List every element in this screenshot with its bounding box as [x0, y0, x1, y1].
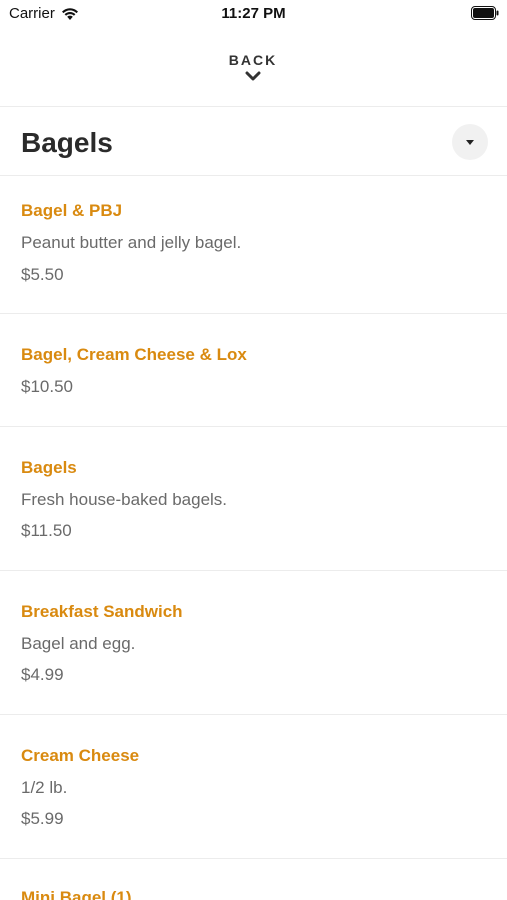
item-name: Breakfast Sandwich [21, 602, 183, 621]
item-description: 1/2 lb. [21, 778, 68, 797]
category-collapse-button[interactable] [452, 124, 488, 160]
item-description: Peanut butter and jelly bagel. [21, 233, 242, 252]
item-price: $11.50 [21, 521, 72, 540]
menu-screen: Carrier 11:27 PM BACK Bagels Bagel & PBJ… [0, 0, 507, 900]
menu-item[interactable]: Cream Cheese 1/2 lb. $5.99 [0, 715, 507, 858]
item-description: Bagel and egg. [21, 634, 136, 653]
item-price: $5.99 [21, 809, 64, 828]
menu-item[interactable]: Mini Bagel (1) [0, 859, 507, 900]
item-price: $10.50 [21, 377, 73, 396]
menu-item[interactable]: Bagel, Cream Cheese & Lox $10.50 [0, 314, 507, 426]
item-price: $5.50 [21, 265, 64, 284]
menu-item[interactable]: Breakfast Sandwich Bagel and egg. $4.99 [0, 571, 507, 714]
item-price: $4.99 [21, 665, 64, 684]
battery-icon [471, 6, 499, 20]
item-name: Bagel, Cream Cheese & Lox [21, 345, 247, 364]
back-button[interactable]: BACK [203, 50, 303, 92]
item-name: Cream Cheese [21, 746, 140, 765]
category-title: Bagels [21, 127, 113, 158]
header-divider [0, 106, 507, 107]
chevron-down-icon [245, 71, 261, 81]
item-description: Fresh house-baked bagels. [21, 490, 228, 509]
item-name: Mini Bagel (1) [21, 888, 132, 900]
menu-item[interactable]: Bagels Fresh house-baked bagels. $11.50 [0, 427, 507, 570]
back-label: BACK [228, 52, 278, 68]
status-time: 11:27 PM [221, 5, 286, 22]
status-bar: Carrier 11:27 PM [0, 0, 507, 28]
item-name: Bagels [21, 458, 77, 477]
caret-down-icon [466, 139, 474, 145]
menu-item[interactable]: Bagel & PBJ Peanut butter and jelly bage… [0, 176, 507, 313]
item-name: Bagel & PBJ [21, 201, 123, 220]
